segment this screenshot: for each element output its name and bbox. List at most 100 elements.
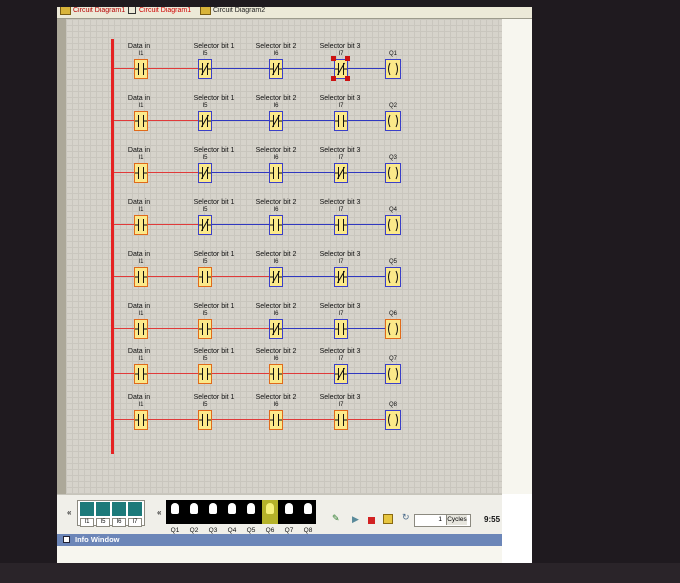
nc-contact-i5[interactable] — [198, 59, 212, 79]
nc-contact-i7[interactable] — [334, 163, 348, 183]
contact-label: Selector bit 2 — [255, 251, 297, 258]
contact-label: Selector bit 1 — [193, 394, 235, 401]
outputs-scroll-left-button[interactable]: « — [157, 508, 161, 517]
selection-handle[interactable] — [345, 56, 350, 61]
contact-address: I7 — [338, 103, 344, 109]
no-contact-i5[interactable] — [198, 319, 212, 339]
contact-address: I1 — [138, 51, 144, 57]
output-coil-q8[interactable] — [385, 410, 401, 430]
no-contact-i5[interactable] — [198, 410, 212, 430]
nc-contact-i6[interactable] — [269, 111, 283, 131]
output-coil-q1[interactable] — [385, 59, 401, 79]
contact-label: Selector bit 2 — [255, 147, 297, 154]
nc-contact-i6[interactable] — [269, 319, 283, 339]
coil-address: Q6 — [388, 311, 398, 317]
contact-address: I1 — [138, 155, 144, 161]
output-label: Q3 — [208, 527, 218, 534]
no-contact-i1[interactable] — [134, 267, 148, 287]
vertical-scroll-area[interactable] — [502, 19, 532, 494]
contact-address: I1 — [138, 259, 144, 265]
switch-icon[interactable] — [128, 502, 142, 516]
rung-5: Data in I1 Selector bit 1 I5 Selector bit 2I… — [66, 251, 502, 291]
circuit-diagram-icon — [200, 7, 211, 15]
contact-address: I1 — [138, 402, 144, 408]
no-contact-i1[interactable] — [134, 364, 148, 384]
coil-symbol-icon — [388, 270, 398, 284]
switch-icon[interactable] — [80, 502, 94, 516]
play-icon[interactable]: ▶ — [352, 514, 359, 525]
no-contact-i5[interactable] — [198, 364, 212, 384]
contact-address: I7 — [338, 259, 344, 265]
output-coil-q2[interactable] — [385, 111, 401, 131]
output-coil-q7[interactable] — [385, 364, 401, 384]
output-label: Q2 — [189, 527, 199, 534]
no-contact-i7[interactable] — [334, 111, 348, 131]
tab-circuit-diagram-2[interactable]: Circuit Diagram2 — [200, 7, 265, 17]
nc-contact-i7[interactable] — [334, 267, 348, 287]
no-contact-i1[interactable] — [134, 319, 148, 339]
switch-icon[interactable] — [112, 502, 126, 516]
nc-contact-i5[interactable] — [198, 215, 212, 235]
switch-icon[interactable] — [96, 502, 110, 516]
coil-address: Q1 — [388, 51, 398, 57]
no-contact-i1[interactable] — [134, 410, 148, 430]
rung-1: Data in I1 Selector bit 1 I5 Selector bit 2I… — [66, 43, 502, 83]
stop-icon[interactable] — [368, 517, 375, 524]
output-label: Q7 — [284, 527, 294, 534]
no-contact-i6[interactable] — [269, 163, 283, 183]
pause-icon[interactable] — [383, 514, 393, 524]
coil-address: Q2 — [388, 103, 398, 109]
ladder-diagram-canvas[interactable]: Data in I1 Selector bit 1 I5 Selector bit 2I… — [66, 19, 502, 494]
contact-label: Selector bit 3 — [319, 348, 361, 355]
inactive-wire — [205, 120, 393, 121]
contact-address: I5 — [202, 402, 208, 408]
inactive-wire — [205, 172, 393, 173]
coil-symbol-icon — [388, 413, 398, 427]
no-contact-i1[interactable] — [134, 215, 148, 235]
nc-contact-i5[interactable] — [198, 111, 212, 131]
no-contact-i5[interactable] — [198, 267, 212, 287]
output-coil-q3[interactable] — [385, 163, 401, 183]
no-contact-symbol-icon — [270, 167, 282, 179]
output-coil-q5[interactable] — [385, 267, 401, 287]
nc-contact-i6[interactable] — [269, 267, 283, 287]
contact-address: I6 — [273, 259, 279, 265]
no-contact-i6[interactable] — [269, 410, 283, 430]
no-contact-i1[interactable] — [134, 163, 148, 183]
no-contact-symbol-icon — [335, 323, 347, 335]
tab-circuit-diagram-1-active[interactable]: Circuit Diagram1 — [128, 7, 191, 17]
tab-circuit-diagram-1[interactable]: Circuit Diagram1 — [60, 7, 125, 17]
no-contact-i6[interactable] — [269, 215, 283, 235]
nc-contact-i6[interactable] — [269, 59, 283, 79]
selection-handle[interactable] — [331, 56, 336, 61]
info-window-titlebar[interactable]: Info Window — [57, 534, 502, 546]
contact-label: Selector bit 1 — [193, 43, 235, 50]
no-contact-i7[interactable] — [334, 215, 348, 235]
selection-handle[interactable] — [345, 76, 350, 81]
refresh-icon[interactable]: ↻ — [402, 512, 410, 523]
no-contact-i1[interactable] — [134, 59, 148, 79]
active-wire — [114, 419, 393, 420]
no-contact-i1[interactable] — [134, 111, 148, 131]
input-label: I5 — [96, 518, 110, 527]
cycles-field[interactable]: 1 Cycles — [414, 514, 471, 527]
pin-icon — [128, 7, 136, 15]
nc-contact-i5[interactable] — [198, 163, 212, 183]
contact-label: Selector bit 3 — [319, 199, 361, 206]
coil-address: Q3 — [388, 155, 398, 161]
rung-8: Data in I1 Selector bit 1 I5 Selector bit 2I… — [66, 394, 502, 434]
no-contact-i7[interactable] — [334, 410, 348, 430]
simulation-mode-icon[interactable]: ✎ — [332, 513, 340, 524]
no-contact-i6[interactable] — [269, 364, 283, 384]
inputs-scroll-left-button[interactable]: « — [67, 508, 71, 517]
nc-contact-i7[interactable] — [334, 364, 348, 384]
contact-address: I7 — [338, 207, 344, 213]
lamp-icon — [228, 503, 236, 514]
no-contact-symbol-icon — [135, 167, 147, 179]
output-coil-q4[interactable] — [385, 215, 401, 235]
output-coil-q6[interactable] — [385, 319, 401, 339]
contact-address: I1 — [138, 207, 144, 213]
selection-handle[interactable] — [331, 76, 336, 81]
rung-7: Data in I1 Selector bit 1 I5 Selector bit 2I… — [66, 348, 502, 388]
no-contact-i7[interactable] — [334, 319, 348, 339]
